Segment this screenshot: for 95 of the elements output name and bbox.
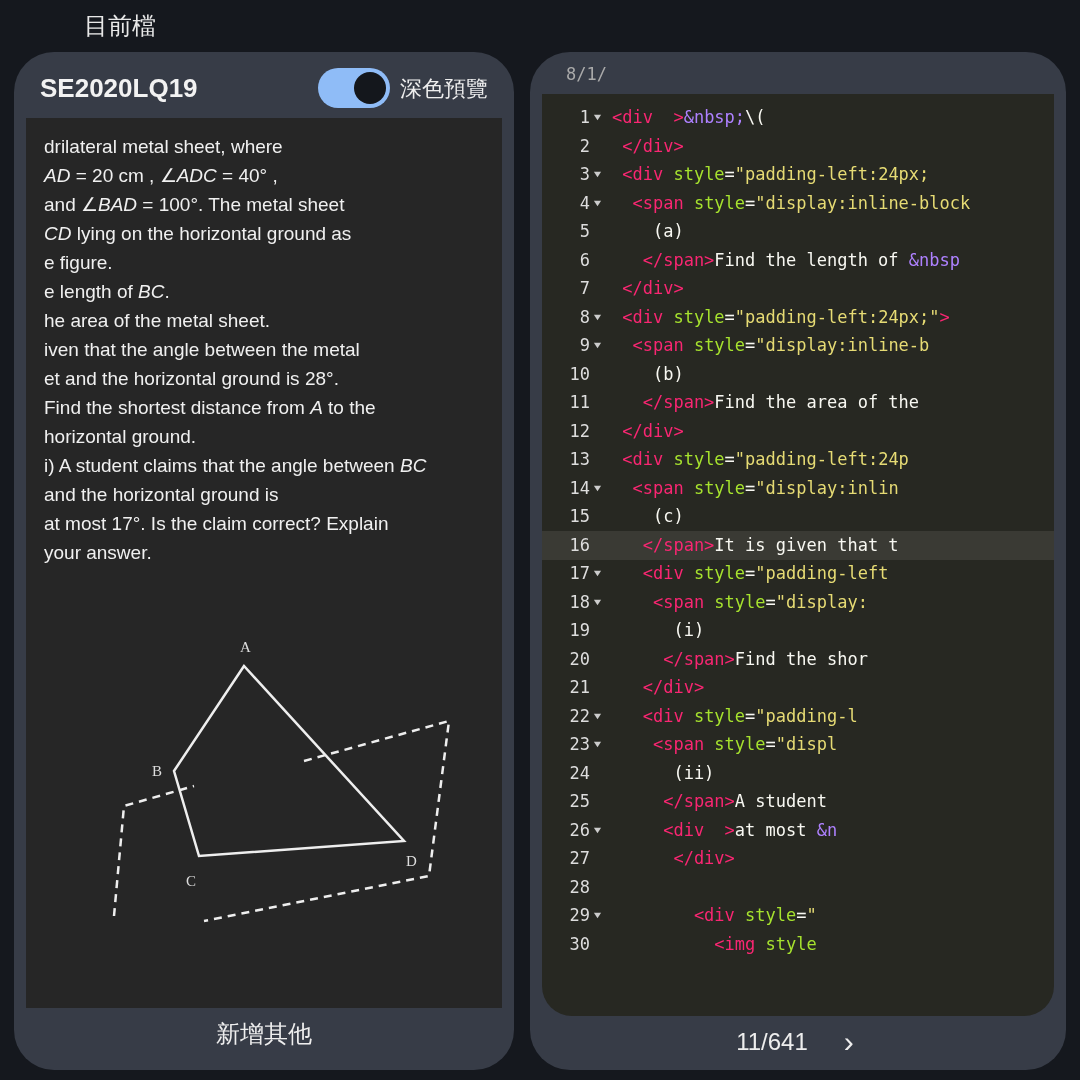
line-number: 5 [578,220,590,243]
question-text: e length of BC. [44,280,171,304]
line-number: 4 [578,191,590,215]
code-line: (b) [651,362,684,386]
line-number: 6 [578,248,590,272]
code-line: <div style="padding-left [641,562,889,585]
code-line: <span style="displ [651,733,838,756]
question-title: SE2020LQ19 [40,71,198,105]
line-number: 13 [568,448,590,471]
code-line: </span>It is given that t [641,533,899,557]
line-number: 19 [568,619,590,642]
fold-arrow-icon[interactable] [593,170,602,180]
code-line: <span style="display:inline-b [631,334,930,357]
line-number: 15 [568,505,590,528]
line-number: 3 [578,163,590,186]
code-line: </div> [621,277,684,300]
next-button[interactable]: › [837,1027,860,1057]
question-text: et and the horizontal ground is 28°. [44,367,340,391]
code-line: <div style="padding-left:24px; [621,163,930,186]
code-line: (c) [651,505,684,528]
code-line: <div >at most &n [662,818,838,842]
line-number: 20 [568,647,590,671]
line-number: 29 [568,904,590,927]
line-number: 21 [568,676,590,699]
line-number: 27 [568,847,590,870]
code-line: </span>A student [662,790,827,813]
question-text: CD lying on the horizontal ground as [44,222,353,246]
code-line: </span>Find the area of the [641,391,920,414]
question-text: Find the shortest distance from A to the [44,396,377,420]
line-number: 2 [578,134,590,158]
dark-preview-toggle[interactable] [318,68,390,108]
fold-arrow-icon[interactable] [593,198,602,208]
code-line: <img style [713,932,817,956]
line-number: 9 [578,334,590,357]
fold-arrow-icon[interactable] [593,113,602,123]
line-number: 23 [568,733,590,756]
fold-arrow-icon[interactable] [593,483,602,493]
code-line: </span>Find the shor [662,647,868,671]
fold-arrow-icon[interactable] [593,597,602,607]
line-number: 30 [568,932,590,956]
code-line: <div style=" [692,904,817,927]
page-counter: 11/641 [736,1027,808,1057]
code-line: (ii) [672,761,715,785]
line-number: 22 [568,704,590,728]
line-number: 24 [568,761,590,785]
code-line: </span>Find the length of &nbsp [641,248,960,272]
question-text: iven that the angle between the metal [44,338,361,362]
fold-arrow-icon[interactable] [593,341,602,351]
line-number: 7 [578,277,590,300]
question-text: AD = 20 cm , ∠ADC = 40° , [44,164,279,188]
fold-arrow-icon[interactable] [593,711,602,721]
fold-arrow-icon[interactable] [593,825,602,835]
toggle-label: 深色預覽 [400,74,488,103]
line-number: 28 [568,875,590,899]
fold-arrow-icon[interactable] [593,911,602,921]
line-number: 12 [568,419,590,443]
code-line: <span style="display: [651,590,868,614]
line-number: 10 [568,362,590,386]
add-other-button[interactable]: 新增其他 [196,1008,332,1060]
question-text: horizontal ground. [44,425,198,449]
question-text: drilateral metal sheet, where [44,135,284,159]
fold-arrow-icon[interactable] [593,312,602,322]
fold-arrow-icon[interactable] [593,740,602,750]
question-text: your answer. [44,541,153,565]
quadrilateral-figure-drawing: A B C D [44,635,484,926]
code-line: <div style="padding-l [641,704,858,728]
header-text: 目前檔 [83,11,157,42]
code-line: </div> [621,134,684,158]
code-line: </div> [621,419,684,443]
code-line: </div> [641,676,705,699]
line-number: 1 [578,106,590,129]
code-line: <div >&nbsp;\( [611,106,766,129]
line-number: 14 [568,476,590,500]
question-text: i) A student claims that the angle between BC [44,454,428,478]
code-line: (a) [651,220,684,243]
code-line: (i) [672,619,705,642]
page-indicator: 8/1/ [565,63,608,86]
question-text: e figure. [44,251,114,275]
fold-arrow-icon[interactable] [593,569,602,579]
code-line: <div style="padding-left:24p [621,448,909,471]
question-text: and the horizontal ground is [44,483,280,507]
code-line: <div style="padding-left:24px;"> [621,305,950,329]
line-number: 25 [568,790,590,813]
line-number: 18 [568,590,590,614]
code-line: <span style="display:inline-block [631,191,971,215]
line-number: 8 [578,305,590,329]
line-number: 17 [568,562,590,585]
code-line: </div> [672,847,735,870]
line-number: 16 [568,533,590,557]
line-number: 11 [568,391,590,414]
question-text: he area of the metal sheet. [44,309,272,333]
question-text: at most 17°. Is the claim correct? Explain [44,512,390,536]
code-line: <span style="display:inlin [631,476,899,500]
question-text: and ∠BAD = 100°. The metal sheet [44,193,346,217]
line-number: 26 [568,818,590,842]
